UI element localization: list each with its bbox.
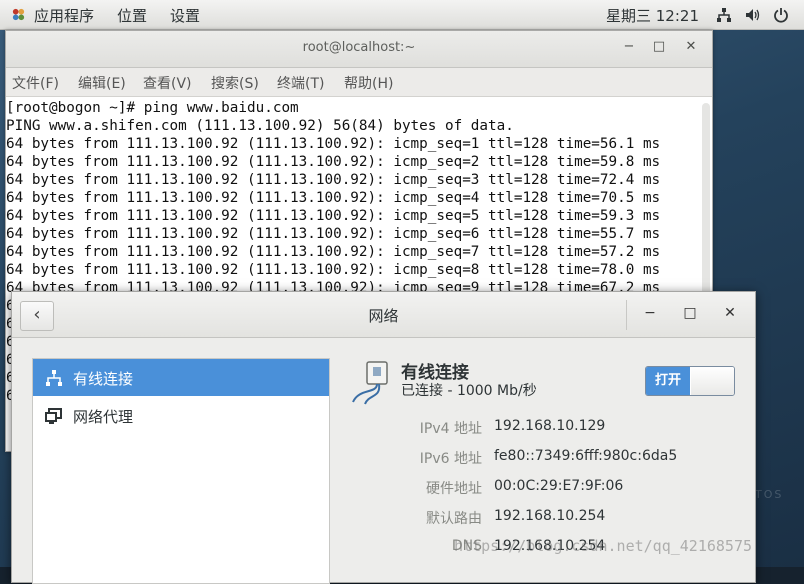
terminal-line: 64 bytes from 111.13.100.92 (111.13.100.…	[6, 172, 661, 188]
terminal-line: 64 bytes from 111.13.100.92 (111.13.100.…	[6, 226, 661, 242]
power-icon[interactable]	[773, 7, 789, 23]
sidebar-item-label: 网络代理	[73, 408, 134, 426]
menu-view[interactable]: 查看(V)	[143, 73, 192, 93]
terminal-line: 64 bytes from 111.13.100.92 (111.13.100.…	[6, 136, 661, 152]
watermark: https://blog.csdn.net/qq_42168575	[454, 537, 753, 555]
network-icon[interactable]	[716, 7, 732, 23]
applications-icon	[12, 8, 25, 21]
ipv4-label: IPv4 地址	[419, 421, 482, 437]
desktop-logo-text: TOS	[755, 488, 784, 501]
dialog-header[interactable]: ‹ 网络 − □ ✕	[12, 292, 755, 338]
network-sidebar: 有线连接 网络代理	[32, 358, 330, 584]
wired-connection-icon	[352, 361, 388, 405]
terminal-title: root@localhost:~	[302, 40, 416, 55]
sidebar-item-label: 有线连接	[73, 370, 134, 388]
clock[interactable]: 星期三 12:21	[606, 5, 699, 26]
ipv6-value: fe80::7349:6fff:980c:6da5	[494, 448, 678, 464]
menu-help[interactable]: 帮助(H)	[344, 73, 393, 93]
minimize-icon[interactable]: −	[620, 39, 638, 54]
top-bar: 应用程序 位置 设置 星期三 12:21	[0, 0, 804, 30]
menu-file[interactable]: 文件(F)	[12, 73, 59, 93]
terminal-menubar: 文件(F) 编辑(E) 查看(V) 搜索(S) 终端(T) 帮助(H)	[6, 68, 712, 97]
terminal-line: [root@bogon ~]# ping www.baidu.com	[6, 100, 299, 116]
menu-edit[interactable]: 编辑(E)	[78, 73, 126, 93]
ipv4-value: 192.168.10.129	[494, 418, 606, 434]
volume-icon[interactable]	[744, 7, 760, 23]
connection-status: 已连接 - 1000 Mb/秒	[401, 383, 537, 399]
hardware-address-label: 硬件地址	[426, 481, 482, 497]
wired-network-icon	[46, 370, 62, 386]
menu-search[interactable]: 搜索(S)	[211, 73, 259, 93]
terminal-line: 64 bytes from 111.13.100.92 (111.13.100.…	[6, 262, 661, 278]
toggle-knob[interactable]	[691, 367, 734, 395]
header-divider	[626, 300, 627, 330]
default-route-value: 192.168.10.254	[494, 508, 606, 524]
terminal-line: 64 bytes from 111.13.100.92 (111.13.100.…	[6, 244, 661, 260]
terminal-line: 64 bytes from 111.13.100.92 (111.13.100.…	[6, 208, 661, 224]
maximize-icon[interactable]: □	[650, 39, 668, 54]
close-icon[interactable]: ✕	[682, 39, 700, 54]
connection-toggle[interactable]: 打开	[645, 366, 735, 396]
hardware-address-value: 00:0C:29:E7:9F:06	[494, 478, 624, 494]
menu-terminal[interactable]: 终端(T)	[277, 73, 324, 93]
terminal-scrollbar[interactable]	[702, 103, 710, 303]
terminal-line: 64 bytes from 111.13.100.92 (111.13.100.…	[6, 154, 661, 170]
applications-menu[interactable]: 应用程序	[34, 5, 94, 26]
proxy-icon	[45, 408, 62, 424]
sidebar-item-proxy[interactable]: 网络代理	[33, 397, 329, 434]
terminal-line: PING www.a.shifen.com (111.13.100.92) 56…	[6, 118, 514, 134]
terminal-titlebar[interactable]: root@localhost:~ − □ ✕	[6, 31, 712, 68]
terminal-line: 64 bytes from 111.13.100.92 (111.13.100.…	[6, 190, 661, 206]
settings-menu[interactable]: 设置	[170, 5, 200, 26]
close-icon[interactable]: ✕	[720, 305, 740, 321]
default-route-label: 默认路由	[426, 511, 482, 527]
ipv6-label: IPv6 地址	[419, 451, 482, 467]
maximize-icon[interactable]: □	[680, 305, 700, 321]
places-menu[interactable]: 位置	[117, 5, 147, 26]
sidebar-item-wired[interactable]: 有线连接	[33, 359, 329, 396]
toggle-on-label: 打开	[646, 367, 690, 395]
minimize-icon[interactable]: −	[640, 305, 660, 321]
